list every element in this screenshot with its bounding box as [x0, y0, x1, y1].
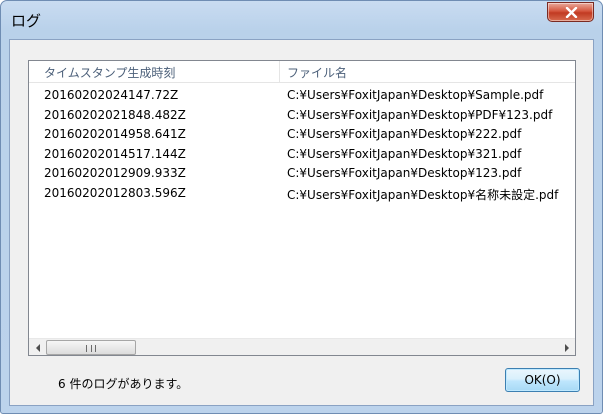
table-row[interactable]: 20160202024147.72Z C:¥Users¥FoxitJapan¥D…	[29, 87, 575, 107]
timestamp-cell: 20160202014517.144Z	[44, 146, 186, 161]
filename-cell: C:¥Users¥FoxitJapan¥Desktop¥321.pdf	[287, 146, 522, 161]
title-bar[interactable]: ログ	[1, 1, 602, 39]
table-row[interactable]: 20160202012803.596Z C:¥Users¥FoxitJapan¥…	[29, 185, 575, 205]
scroll-left-button[interactable]	[29, 339, 46, 355]
log-dialog: ログ タイムスタンプ生成時刻 ファイル名 20160202024147.72Z …	[0, 0, 603, 414]
list-header: タイムスタンプ生成時刻 ファイル名	[29, 61, 575, 83]
log-list[interactable]: タイムスタンプ生成時刻 ファイル名 20160202024147.72Z C:¥…	[28, 60, 576, 356]
log-count-status: 6 件のログがあります。	[58, 377, 189, 391]
close-icon	[565, 7, 578, 18]
ok-button[interactable]: OK(O)	[505, 368, 580, 392]
arrow-right-icon	[564, 343, 569, 352]
table-row[interactable]: 20160202014958.641Z C:¥Users¥FoxitJapan¥…	[29, 126, 575, 146]
table-row[interactable]: 20160202012909.933Z C:¥Users¥FoxitJapan¥…	[29, 165, 575, 185]
column-header-filename[interactable]: ファイル名	[287, 64, 347, 80]
scroll-thumb[interactable]	[46, 340, 136, 355]
timestamp-cell: 20160202021848.482Z	[44, 107, 186, 122]
filename-cell: C:¥Users¥FoxitJapan¥Desktop¥名称未設定.pdf	[287, 187, 559, 202]
timestamp-cell: 20160202014958.641Z	[44, 127, 186, 142]
column-divider[interactable]	[279, 61, 280, 83]
filename-cell: C:¥Users¥FoxitJapan¥Desktop¥PDF¥123.pdf	[287, 107, 553, 122]
arrow-left-icon	[35, 343, 40, 352]
column-header-timestamp[interactable]: タイムスタンプ生成時刻	[44, 64, 175, 80]
timestamp-cell: 20160202012909.933Z	[44, 166, 186, 181]
window-title: ログ	[11, 12, 42, 30]
list-rows: 20160202024147.72Z C:¥Users¥FoxitJapan¥D…	[29, 87, 575, 205]
timestamp-cell: 20160202012803.596Z	[44, 185, 186, 200]
scroll-right-button[interactable]	[558, 339, 575, 355]
dialog-body: タイムスタンプ生成時刻 ファイル名 20160202024147.72Z C:¥…	[9, 39, 594, 406]
table-row[interactable]: 20160202021848.482Z C:¥Users¥FoxitJapan¥…	[29, 107, 575, 127]
table-row[interactable]: 20160202014517.144Z C:¥Users¥FoxitJapan¥…	[29, 146, 575, 166]
filename-cell: C:¥Users¥FoxitJapan¥Desktop¥222.pdf	[287, 127, 522, 142]
filename-cell: C:¥Users¥FoxitJapan¥Desktop¥123.pdf	[287, 166, 522, 181]
grip-icon	[86, 345, 96, 352]
horizontal-scrollbar[interactable]	[29, 338, 575, 355]
close-button[interactable]	[547, 2, 594, 22]
filename-cell: C:¥Users¥FoxitJapan¥Desktop¥Sample.pdf	[287, 88, 544, 102]
timestamp-cell: 20160202024147.72Z	[44, 88, 179, 102]
